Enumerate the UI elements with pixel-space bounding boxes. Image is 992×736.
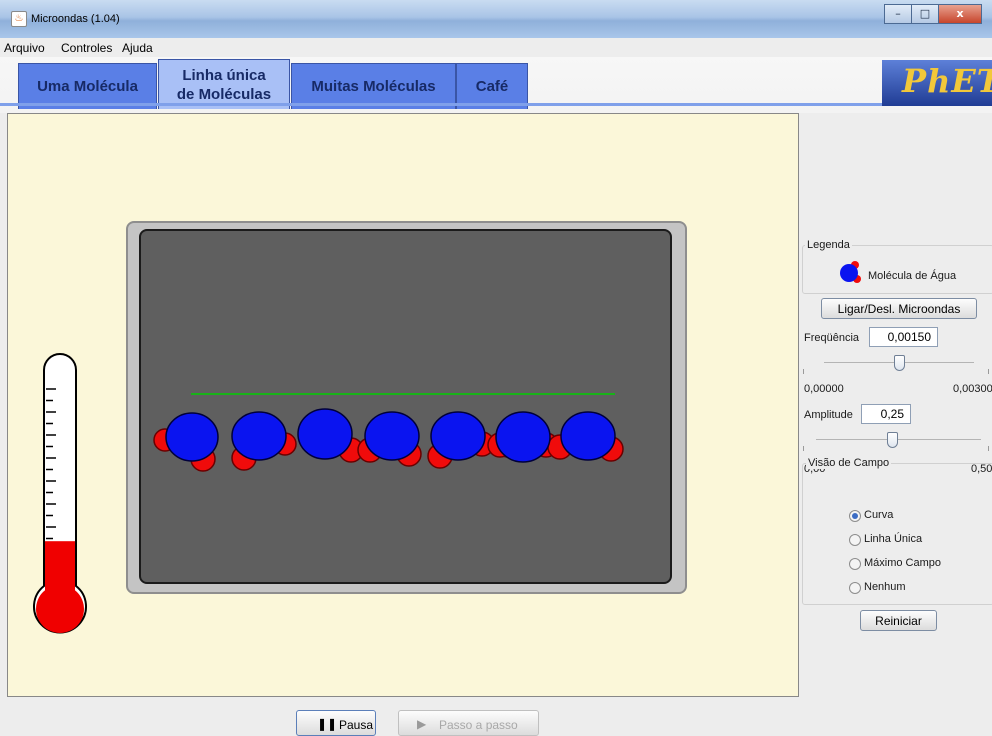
frequency-max-label: 0,00300 (953, 383, 992, 395)
menu-controles[interactable]: Controles (61, 41, 112, 55)
maximize-button[interactable]: □ (911, 4, 939, 24)
minimize-button[interactable]: – (884, 4, 912, 24)
radio-curva[interactable] (849, 510, 861, 522)
menu-bar: Arquivo Controles Ajuda (0, 38, 992, 58)
radio-nenhum-label: Nenhum (864, 581, 906, 593)
step-button[interactable]: ▶ Passo a passo (398, 710, 539, 736)
tab-label: Linha única de Moléculas (176, 66, 272, 103)
legend-item-label: Molécula de Água (868, 270, 957, 282)
radio-curva-label: Curva (864, 509, 894, 521)
radio-maximo-campo[interactable] (849, 558, 861, 570)
menu-arquivo[interactable]: Arquivo (4, 41, 45, 55)
step-label: Passo a passo (439, 718, 518, 732)
toggle-microwave-button[interactable]: Ligar/Desl. Microondas (821, 298, 977, 319)
control-panel: Legenda Molécula de Água Ligar/Desl. Mic… (800, 113, 992, 698)
water-molecule-icon (840, 261, 861, 283)
amplitude-field[interactable]: 0,25 (861, 404, 911, 424)
window-controls: – □ x (884, 4, 982, 24)
frequency-min-label: 0,00000 (804, 383, 844, 395)
frequency-field[interactable]: 0,00150 (869, 327, 938, 347)
frequency-tick-min (803, 369, 804, 374)
amplitude-tick-max (988, 446, 989, 451)
thermometer (33, 353, 87, 634)
frequency-slider[interactable] (894, 355, 905, 371)
radio-nenhum[interactable] (849, 582, 861, 594)
amplitude-slider[interactable] (886, 432, 898, 448)
phet-logo[interactable]: PhET (882, 60, 992, 106)
close-button[interactable]: x (938, 4, 982, 24)
frequency-label: Freqüência (804, 332, 860, 344)
title-bar: ♨ Microondas (1.04) – □ x (0, 0, 992, 38)
playback-bar: ❚❚ Pausa ▶ Passo a passo (0, 698, 992, 736)
simulation-canvas (7, 113, 799, 697)
radio-maximo-campo-label: Máximo Campo (864, 557, 942, 569)
tab-label: Café (475, 78, 509, 95)
tab-underline (0, 103, 992, 106)
menu-ajuda[interactable]: Ajuda (122, 41, 153, 55)
radio-linha-unica[interactable] (849, 534, 861, 546)
tab-linha-unica[interactable]: Linha única de Moléculas (158, 59, 290, 109)
amplitude-tick-min (803, 446, 804, 451)
radio-linha-unica-label: Linha Única (864, 533, 923, 545)
window-title: Microondas (1.04) (31, 13, 120, 25)
tab-label: Muitas Moléculas (311, 78, 436, 95)
frequency-tick-max (988, 369, 989, 374)
amplitude-label: Amplitude (804, 409, 853, 421)
legend-title: Legenda (805, 239, 852, 251)
amplitude-slider-track (816, 439, 981, 440)
field-view-title: Visão de Campo (806, 457, 892, 469)
reset-button[interactable]: Reiniciar (860, 610, 937, 631)
java-app-icon: ♨ (11, 11, 27, 27)
tab-label: Uma Molécula (37, 78, 138, 95)
pause-button[interactable]: ❚❚ Pausa (296, 710, 376, 736)
pause-label: Pausa (339, 718, 374, 732)
